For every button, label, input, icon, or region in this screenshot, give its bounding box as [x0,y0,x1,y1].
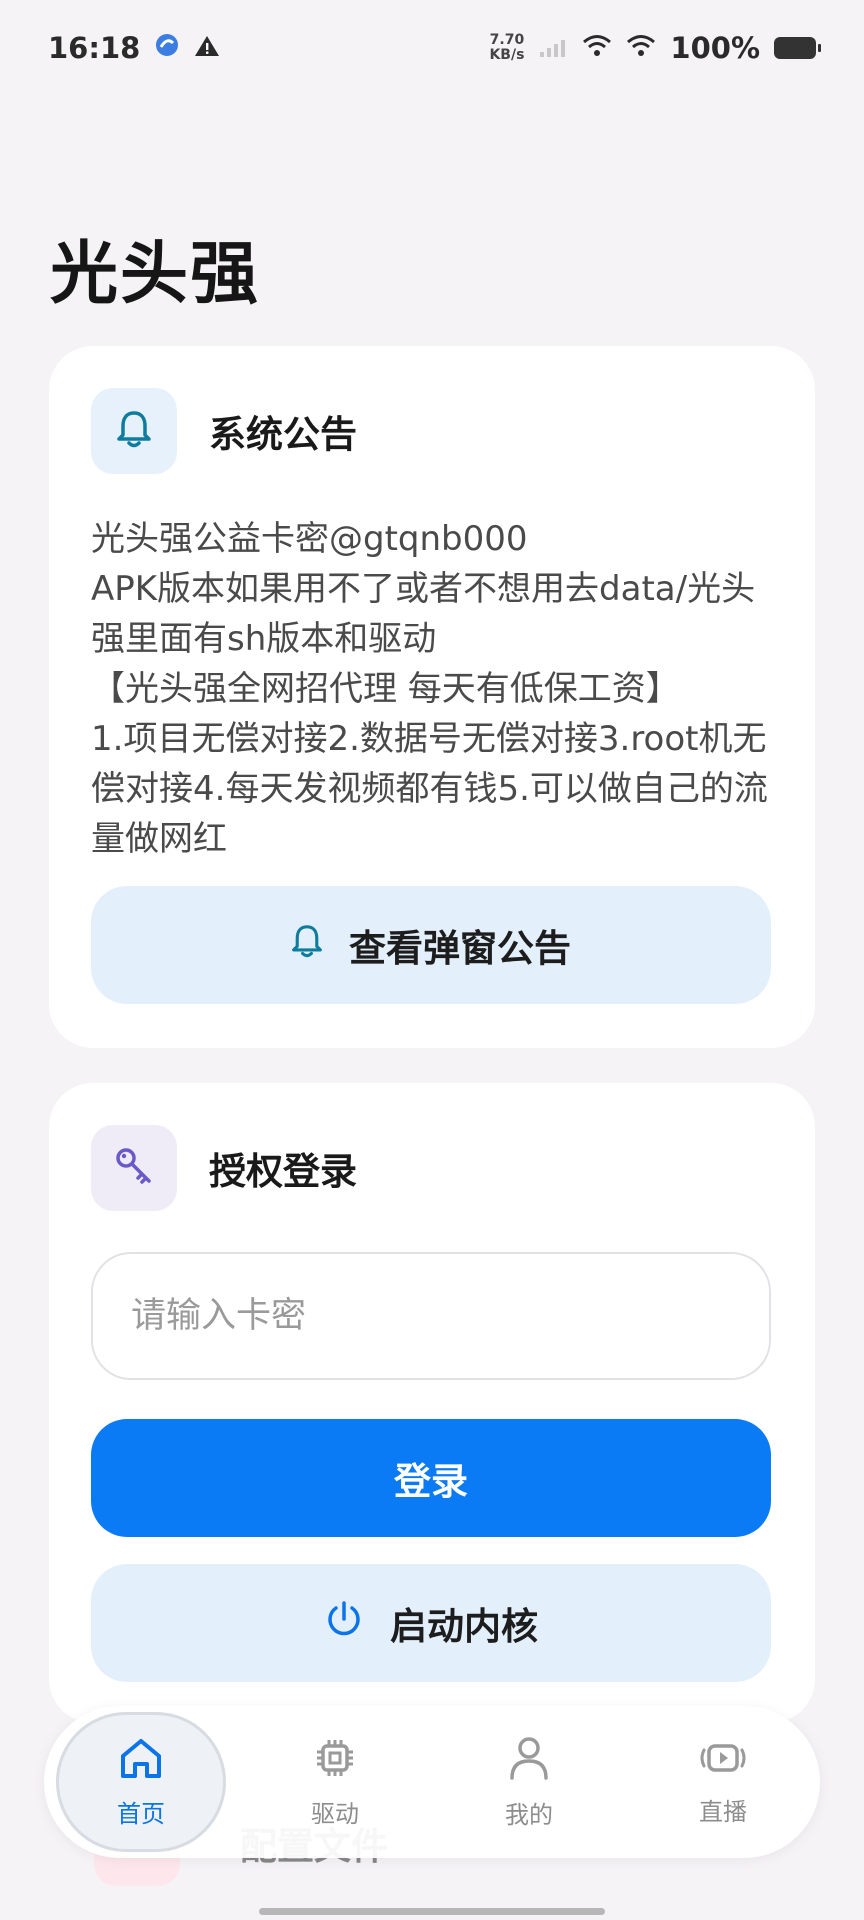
live-icon [698,1738,748,1784]
view-popup-notice-button[interactable]: 查看弹窗公告 [91,886,771,1004]
notice-icon-tile [91,388,177,474]
battery-icon [774,37,821,59]
wifi-icon [582,31,612,65]
status-left: 16:18 [48,31,220,65]
status-right: 7.70 KB/s 100% [489,31,821,65]
nav-item-live[interactable]: 直播 [638,1712,808,1852]
nav-label-home: 首页 [117,1799,165,1828]
app-notification-icon [154,31,180,65]
page-title: 光头强 [50,235,261,314]
home-icon [118,1736,164,1786]
view-popup-notice-label: 查看弹窗公告 [349,927,571,970]
bottom-navigation: 首页 驱动 我的 直播 [44,1706,820,1858]
battery-percent: 100% [670,31,760,65]
network-speed-unit: KB/s [489,47,525,63]
notice-card: 系统公告 光头强公益卡密@gtqnb000 APK版本如果用不了或者不想用去da… [49,346,815,1048]
person-icon [507,1735,551,1787]
notice-title: 系统公告 [209,413,357,456]
nav-item-mine[interactable]: 我的 [444,1712,614,1852]
auth-title: 授权登录 [209,1150,357,1193]
nav-label-mine: 我的 [505,1800,553,1829]
chip-icon [313,1736,357,1786]
bell-icon [291,924,323,967]
nav-label-live: 直播 [699,1797,747,1826]
nav-label-driver: 驱动 [311,1799,359,1828]
warning-icon [194,31,220,65]
auth-card: 授权登录 登录 启动内核 [49,1083,815,1723]
network-speed: 7.70 KB/s [489,33,524,63]
start-kernel-label: 启动内核 [390,1605,538,1648]
status-bar: 16:18 7.70 KB/s 100% [0,0,864,96]
notice-card-header: 系统公告 [91,388,357,474]
login-button[interactable]: 登录 [91,1419,771,1537]
auth-card-header: 授权登录 [91,1125,357,1211]
status-time: 16:18 [48,31,141,65]
wifi-icon-secondary [626,31,656,65]
login-button-label: 登录 [394,1460,468,1503]
nav-item-home[interactable]: 首页 [56,1712,226,1852]
network-speed-value: 7.70 [489,32,525,48]
notice-body: 光头强公益卡密@gtqnb000 APK版本如果用不了或者不想用去data/光头… [91,519,768,859]
auth-icon-tile [91,1125,177,1211]
card-key-input[interactable] [91,1252,771,1380]
bell-icon [116,410,152,452]
nav-item-driver[interactable]: 驱动 [250,1712,420,1852]
signal-icon [538,31,568,65]
power-icon [324,1599,364,1648]
start-kernel-button[interactable]: 启动内核 [91,1564,771,1682]
key-icon [114,1146,154,1190]
home-indicator[interactable] [259,1908,605,1915]
